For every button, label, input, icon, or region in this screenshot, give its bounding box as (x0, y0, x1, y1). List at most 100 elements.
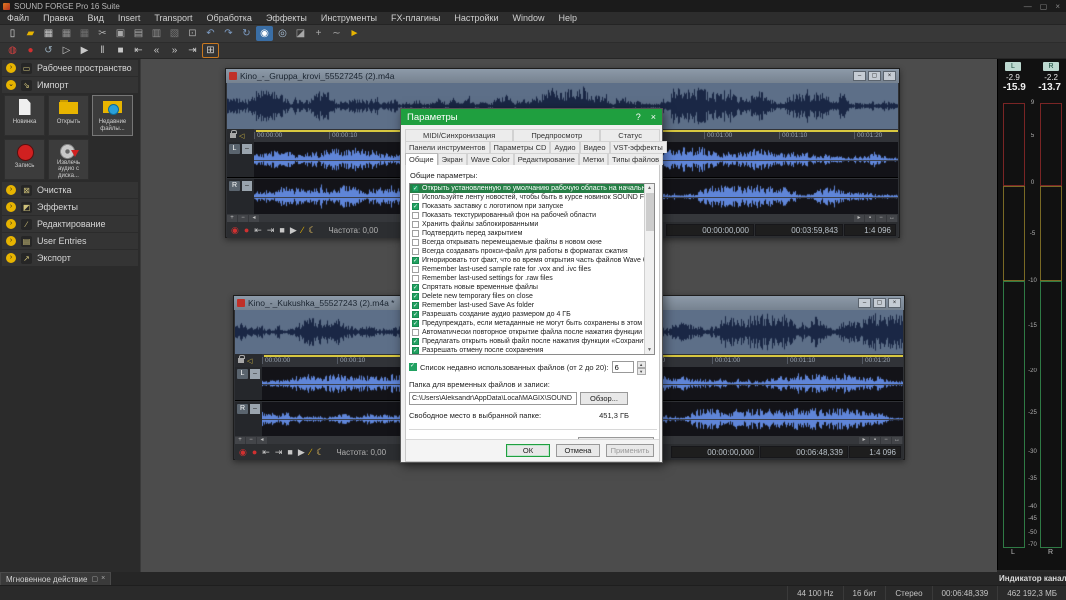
zoom-button[interactable]: − (876, 215, 886, 222)
transport-toolbar-icon[interactable]: « (148, 43, 165, 58)
checkbox[interactable] (412, 293, 419, 300)
menu-item[interactable]: Insert (111, 12, 148, 25)
channel-left-button[interactable]: L (229, 144, 240, 154)
menu-item[interactable]: Правка (36, 12, 80, 25)
panel-icon[interactable]: × (101, 575, 105, 583)
toolbar-icon[interactable]: + (310, 26, 327, 41)
zoom-button[interactable]: ▪ (865, 215, 875, 222)
toolbar-icon[interactable]: ✂ (94, 26, 111, 41)
scroll-down-icon[interactable]: ▼ (647, 347, 652, 353)
scrub-icon[interactable]: ◁ (247, 357, 252, 365)
checkbox[interactable] (412, 302, 419, 309)
dialog-tab[interactable]: VST-эффекты (610, 141, 667, 153)
menu-item[interactable]: Файл (0, 12, 36, 25)
dialog-tab[interactable]: Статус (600, 129, 660, 141)
dialog-tab[interactable]: Редактирование (514, 153, 579, 165)
zoom-button[interactable]: − (246, 437, 256, 444)
transport-button[interactable]: ■ (287, 447, 292, 458)
option-row[interactable]: Игнорировать тот факт, что во время откр… (410, 256, 654, 265)
option-row[interactable]: Предлагать открыть новый файл после нажа… (410, 337, 654, 346)
dialog-tab[interactable]: Типы файлов (608, 153, 663, 165)
option-row[interactable]: Используйте ленту новостей, чтобы быть в… (410, 193, 654, 202)
channel-right-button[interactable]: R (237, 404, 248, 414)
window-button[interactable]: × (888, 298, 901, 308)
window-control[interactable]: × (1055, 2, 1060, 11)
toolbar-icon[interactable]: ▦ (58, 26, 75, 41)
instant-action-tab[interactable]: Мгновенное действие ▢× (0, 572, 111, 585)
transport-button[interactable]: ☾ (316, 447, 324, 458)
transport-toolbar-icon[interactable]: » (166, 43, 183, 58)
menu-item[interactable]: Window (506, 12, 552, 25)
checkbox[interactable] (412, 284, 419, 291)
import-tile[interactable]: Извлечь аудио с диска... (48, 139, 89, 180)
menu-item[interactable]: Инструменты (314, 12, 384, 25)
window-button[interactable]: – (853, 71, 866, 81)
zoom-button[interactable]: − (238, 215, 248, 222)
toolbar-icon[interactable]: ▦ (40, 26, 57, 41)
menu-item[interactable]: FX-плагины (384, 12, 447, 25)
import-tile[interactable]: Открыть (48, 95, 89, 136)
zoom-button[interactable]: + (235, 437, 245, 444)
dialog-tab[interactable]: Параметры CD (490, 141, 551, 153)
option-row[interactable]: Предупреждать, если метаданные не могут … (410, 319, 654, 328)
checkbox[interactable] (412, 221, 419, 228)
sidebar-section[interactable]: › ▭ Рабочее пространство (2, 60, 138, 76)
dialog-tab[interactable]: Wave Color (467, 153, 514, 165)
zoom-button[interactable]: − (881, 437, 891, 444)
transport-button[interactable]: ▶ (290, 225, 297, 236)
sidebar-section[interactable]: › ↗ Экспорт (2, 250, 138, 266)
checkbox[interactable] (412, 275, 419, 282)
transport-toolbar-icon[interactable]: ↺ (40, 43, 57, 58)
checkbox[interactable] (412, 203, 419, 210)
toolbar-icon[interactable]: ▣ (112, 26, 129, 41)
expand-arrow-icon[interactable]: › (6, 219, 16, 229)
window-control[interactable]: ▢ (1040, 2, 1048, 11)
window-control[interactable]: — (1024, 2, 1032, 11)
channel-minimize-icon[interactable]: – (242, 181, 252, 191)
checkbox[interactable] (412, 347, 419, 354)
toolbar-icon[interactable]: ◪ (292, 26, 309, 41)
zoom-button[interactable]: ↔ (887, 215, 897, 222)
browse-button[interactable]: Обзор... (580, 392, 628, 405)
option-row[interactable]: Remember last-used settings for .raw fil… (410, 274, 654, 283)
option-row[interactable]: Спрятать новые временные файлы (410, 283, 654, 292)
dialog-tab[interactable]: Метки (579, 153, 608, 165)
option-row[interactable]: Разрешать отмену после сохранения (410, 346, 654, 355)
dialog-tab[interactable]: Общие (405, 153, 438, 165)
option-row[interactable]: Открыть установленную по умолчанию рабоч… (410, 184, 654, 193)
checkbox[interactable] (412, 320, 419, 327)
length-time[interactable]: 00:03:59,843 (755, 224, 843, 236)
transport-button[interactable]: ◉ (231, 225, 239, 236)
transport-toolbar-icon[interactable]: ⊞ (202, 43, 219, 58)
menu-item[interactable]: Help (552, 12, 585, 25)
dialog-tab[interactable]: Экран (438, 153, 467, 165)
channel-minimize-icon[interactable]: – (242, 144, 252, 154)
checkbox[interactable] (412, 194, 419, 201)
toolbar-icon[interactable]: ▰ (22, 26, 39, 41)
zoom-ratio[interactable]: 1:4 096 (849, 446, 901, 458)
option-row[interactable]: Разрешать создание аудио размером до 4 Г… (410, 310, 654, 319)
cancel-button[interactable]: Отмена (556, 444, 600, 457)
channel-left-button[interactable]: L (237, 369, 248, 379)
checkbox[interactable] (412, 329, 419, 336)
sidebar-section[interactable]: › ▤ User Entries (2, 233, 138, 249)
transport-button[interactable]: ⇥ (275, 447, 283, 458)
cursor-time[interactable]: 00:00:00,000 (666, 224, 754, 236)
transport-button[interactable]: ∕ (302, 225, 304, 236)
zoom-button[interactable]: ◂ (249, 215, 259, 222)
expand-arrow-icon[interactable]: › (6, 253, 16, 263)
checkbox[interactable] (412, 239, 419, 246)
cursor-time[interactable]: 00:00:00,000 (671, 446, 759, 458)
apply-button[interactable]: Применить (606, 444, 654, 457)
toolbar-icon[interactable]: ◎ (274, 26, 291, 41)
toolbar-icon[interactable]: ▯ (4, 26, 21, 41)
dialog-close-icon[interactable]: × (651, 112, 656, 122)
menu-item[interactable]: Настройки (447, 12, 505, 25)
recent-files-checkbox[interactable] (409, 363, 417, 371)
transport-button[interactable]: ● (244, 225, 249, 236)
wave-window-title-bar[interactable]: Kino_-_Gruppa_krovi_55527245 (2).m4a –▢× (226, 69, 899, 83)
toolbar-icon[interactable]: ◉ (256, 26, 273, 41)
meter-right-chip[interactable]: R (1043, 62, 1059, 71)
dialog-tab[interactable]: MIDI/Синхронизация (405, 129, 513, 141)
import-tile[interactable]: Недавние файлы... (92, 95, 133, 136)
